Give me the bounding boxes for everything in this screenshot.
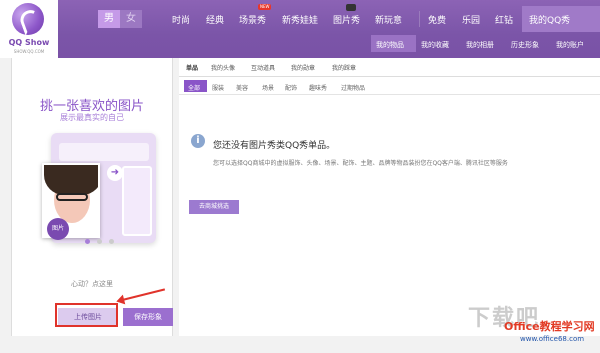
- annotation-highlight-box: [55, 303, 118, 327]
- hint-text: 心动？点这里: [71, 280, 113, 288]
- tab-props[interactable]: 互动道具: [251, 63, 275, 72]
- tab-items[interactable]: 单品: [186, 63, 198, 72]
- category-scene[interactable]: 场景: [262, 83, 274, 92]
- nav-free[interactable]: 免费: [428, 13, 446, 26]
- category-fun-show[interactable]: 趣味秀: [309, 83, 327, 92]
- gender-male-toggle[interactable]: 男: [98, 10, 120, 28]
- preview-frame-illustration: [122, 166, 152, 236]
- category-accessories[interactable]: 配饰: [285, 83, 297, 92]
- subnav-history[interactable]: 历史形象: [511, 40, 539, 50]
- nav-classic[interactable]: 经典: [206, 13, 224, 26]
- qq-show-logo[interactable]: QQ Show SHOW.QQ.COM: [0, 0, 58, 58]
- category-expired[interactable]: 过期物品: [341, 83, 365, 92]
- category-divider: [179, 94, 600, 95]
- tab-my-stamps[interactable]: 我的踩章: [332, 63, 356, 72]
- category-all[interactable]: 全部: [188, 83, 200, 92]
- logo-subtext: SHOW.QQ.COM: [13, 49, 45, 54]
- category-beauty[interactable]: 美容: [236, 83, 248, 92]
- carousel-dots: [85, 238, 119, 246]
- tab-my-avatar[interactable]: 我的头像: [211, 63, 235, 72]
- nav-divider: [419, 11, 420, 27]
- nav-my-qqshow[interactable]: 我的QQ秀: [529, 13, 570, 26]
- subnav-my-account[interactable]: 我的账户: [556, 40, 584, 50]
- save-look-button[interactable]: 保存形象: [123, 308, 173, 326]
- items-panel: 单品 我的头像 互动道具 我的勋章 我的踩章 全部 服装 美容 场景 配饰 趣味…: [179, 58, 600, 336]
- logo-text: QQ Show: [8, 38, 50, 47]
- nav-picture-show[interactable]: 图片秀: [333, 13, 360, 26]
- category-clothing[interactable]: 服装: [212, 83, 224, 92]
- subnav-my-favorites[interactable]: 我的收藏: [421, 40, 449, 50]
- nav-doll[interactable]: 新秀娃娃: [282, 13, 318, 26]
- promo-subtitle: 展示最真实的自己: [60, 113, 124, 122]
- arrow-right-icon: ➜: [107, 165, 123, 181]
- photo-hair: [44, 165, 98, 195]
- nav-paradise[interactable]: 乐园: [462, 13, 480, 26]
- info-icon: i: [191, 134, 205, 148]
- empty-state-title: 您还没有图片秀类QQ秀单品。: [213, 141, 336, 151]
- picture-badge: 图片: [47, 218, 69, 240]
- subnav-my-items[interactable]: 我的物品: [376, 40, 404, 50]
- empty-state-description: 您可以选择QQ商城中的虚拟服饰、头像、场景、配饰、主题、品牌等物品装扮您在QQ客…: [213, 160, 508, 167]
- qq-show-logo-icon: [12, 3, 44, 35]
- nav-red-diamond[interactable]: 红钻: [495, 13, 513, 26]
- go-shopping-button[interactable]: 去商城挑选: [189, 200, 239, 214]
- watermark-url: www.office68.com: [520, 335, 585, 343]
- gender-female-toggle[interactable]: 女: [120, 10, 142, 28]
- top-navigation-bar: QQ Show SHOW.QQ.COM 男 女 时尚 经典 场景秀 NEW 新秀…: [0, 0, 600, 58]
- watermark-brand: Office教程学习网: [504, 320, 595, 333]
- nav-fashion[interactable]: 时尚: [172, 13, 190, 26]
- nav-new-fun[interactable]: 新玩意: [375, 13, 402, 26]
- nav-scene-show[interactable]: 场景秀: [239, 13, 266, 26]
- camera-icon: [346, 4, 356, 11]
- tab-my-medals[interactable]: 我的勋章: [291, 63, 315, 72]
- carousel-dot-1[interactable]: [85, 239, 90, 244]
- carousel-dot-3[interactable]: [109, 239, 115, 244]
- new-badge: NEW: [258, 4, 272, 10]
- photo-glasses: [56, 193, 88, 201]
- carousel-dot-2[interactable]: [97, 239, 103, 244]
- tab-divider: [179, 76, 600, 77]
- subnav-my-album[interactable]: 我的相册: [466, 40, 494, 50]
